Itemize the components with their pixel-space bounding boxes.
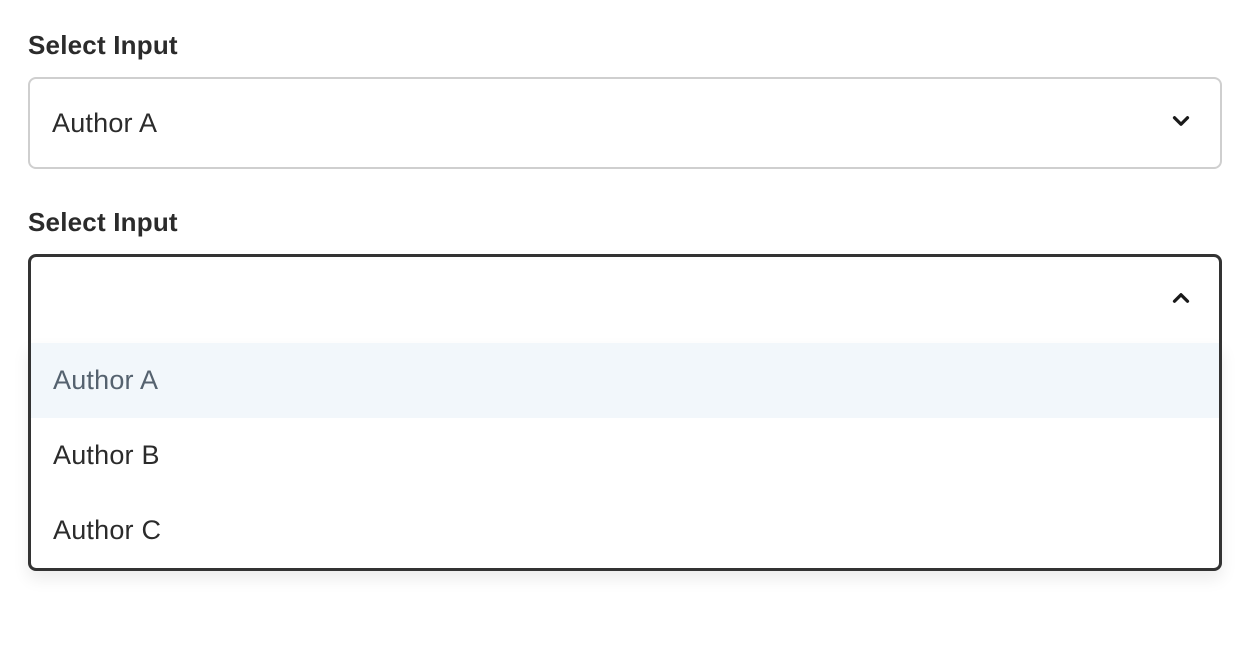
select-input-closed[interactable]: Author A bbox=[28, 77, 1222, 169]
dropdown-panel: Author A Author B Author C bbox=[28, 343, 1222, 571]
dropdown-option[interactable]: Author C bbox=[31, 493, 1219, 568]
select-wrapper-open: Author A Author B Author C bbox=[28, 254, 1222, 346]
select-field-closed: Select Input Author A bbox=[28, 30, 1222, 169]
chevron-up-icon bbox=[1168, 285, 1194, 316]
dropdown-option[interactable]: Author B bbox=[31, 418, 1219, 493]
select-label: Select Input bbox=[28, 207, 1222, 238]
select-label: Select Input bbox=[28, 30, 1222, 61]
chevron-down-icon bbox=[1168, 108, 1194, 139]
select-input-open[interactable] bbox=[28, 254, 1222, 346]
select-field-open: Select Input Author A Author B Author C bbox=[28, 207, 1222, 346]
dropdown-option[interactable]: Author A bbox=[31, 343, 1219, 418]
select-value: Author A bbox=[52, 108, 157, 139]
